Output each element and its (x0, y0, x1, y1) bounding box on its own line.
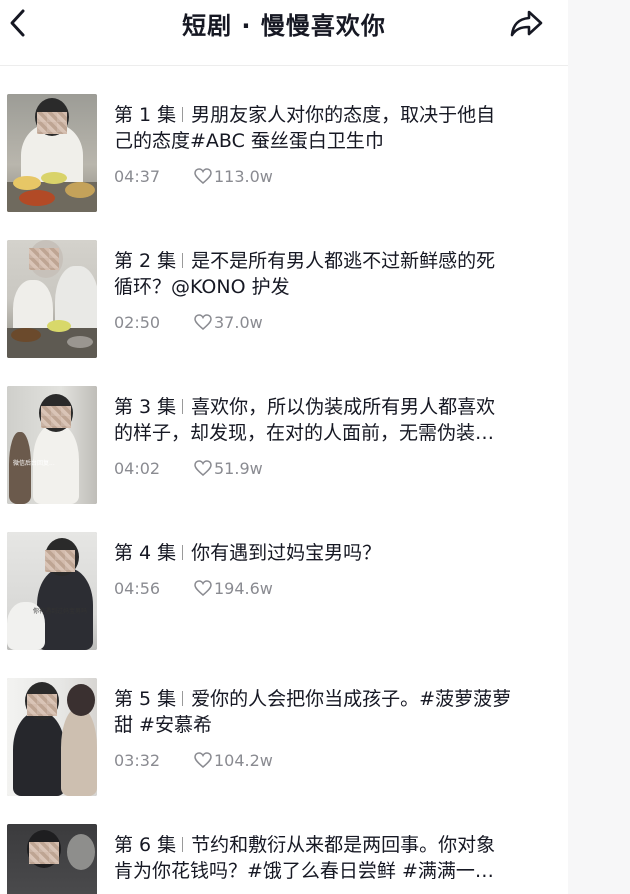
divider (182, 253, 184, 268)
episode-number: 第 1 集 (114, 104, 177, 126)
episode-title: 第 5 集爱你的人会把你当成孩子。#菠萝菠萝 甜 #安慕希 (114, 686, 544, 738)
episode-likes: 37.0w (214, 313, 263, 332)
episode-number: 第 5 集 (114, 688, 177, 710)
divider (182, 399, 184, 414)
episode-number: 第 6 集 (114, 834, 177, 856)
divider (182, 107, 184, 122)
episode-item-4[interactable]: 你有遇到过妈宝男吗 第 4 集你有遇到过妈宝男吗？ 04:56 194.6w (0, 532, 568, 662)
episode-duration: 04:02 (114, 459, 161, 478)
episode-meta: 04:37 113.0w (114, 166, 273, 188)
episode-title-line-1: 男朋友家人对你的态度，取决于他自 (191, 104, 496, 126)
episode-meta: 04:02 51.9w (114, 458, 263, 480)
episode-number: 第 3 集 (114, 396, 177, 418)
episode-title-line-2: 甜 #安慕希 (114, 714, 212, 736)
episode-meta: 02:50 37.0w (114, 312, 263, 334)
episode-meta: 03:32 104.2w (114, 750, 273, 772)
episode-thumbnail (7, 824, 97, 894)
episode-thumbnail (7, 94, 97, 212)
heart-icon (194, 752, 212, 768)
episode-title-line-1: 节约和敷衍从来都是两回事。你对象 (191, 834, 496, 856)
heart-icon (194, 460, 212, 476)
share-button[interactable] (508, 6, 546, 40)
episode-title-line-1: 爱你的人会把你当成孩子。#菠萝菠萝 (191, 688, 512, 710)
episode-title-line-1: 是不是所有男人都逃不过新鲜感的死 (191, 250, 496, 272)
top-nav-bar: 短剧 · 慢慢喜欢你 (0, 0, 568, 66)
episode-duration: 04:56 (114, 579, 161, 598)
episode-likes: 194.6w (214, 579, 273, 598)
episode-title: 第 4 集你有遇到过妈宝男吗？ (114, 540, 544, 566)
episode-thumbnail (7, 678, 97, 796)
heart-icon (194, 580, 212, 596)
heart-icon (194, 314, 212, 330)
divider (182, 691, 184, 706)
episode-likes: 51.9w (214, 459, 263, 478)
episode-likes: 113.0w (214, 167, 273, 186)
episode-title: 第 2 集是不是所有男人都逃不过新鲜感的死 循环？@KONO 护发 (114, 248, 544, 300)
heart-icon (194, 168, 212, 184)
episode-title: 第 1 集男朋友家人对你的态度，取决于他自 己的态度#ABC 蚕丝蛋白卫生巾 (114, 102, 544, 154)
episode-item-1[interactable]: 第 1 集男朋友家人对你的态度，取决于他自 己的态度#ABC 蚕丝蛋白卫生巾 0… (0, 94, 568, 224)
episode-item-2[interactable]: 第 2 集是不是所有男人都逃不过新鲜感的死 循环？@KONO 护发 02:50 3… (0, 240, 568, 370)
episode-meta: 04:56 194.6w (114, 578, 273, 600)
episode-thumbnail: 微信后台回复... (7, 386, 97, 504)
episode-number: 第 4 集 (114, 542, 177, 564)
episode-title-line-1: 喜欢你，所以伪装成所有男人都喜欢 (191, 396, 496, 418)
episode-item-3[interactable]: 微信后台回复... 第 3 集喜欢你，所以伪装成所有男人都喜欢 的样子，却发现，… (0, 386, 568, 516)
page-title: 短剧 · 慢慢喜欢你 (182, 12, 386, 40)
episode-duration: 03:32 (114, 751, 161, 770)
episode-title: 第 3 集喜欢你，所以伪装成所有男人都喜欢 的样子，却发现，在对的人面前，无需伪… (114, 394, 544, 446)
episode-title-line-1: 你有遇到过妈宝男吗？ (191, 542, 382, 564)
episode-thumbnail (7, 240, 97, 358)
divider (182, 545, 184, 560)
episode-title: 第 6 集节约和敷衍从来都是两回事。你对象 肯为你花钱吗？#饿了么春日尝鲜 #满… (114, 832, 544, 884)
right-gutter (568, 0, 630, 894)
episode-duration: 02:50 (114, 313, 161, 332)
episode-item-6[interactable]: 第 6 集节约和敷衍从来都是两回事。你对象 肯为你花钱吗？#饿了么春日尝鲜 #满… (0, 824, 568, 894)
divider (182, 837, 184, 852)
episode-title-line-2: 循环？@KONO 护发 (114, 276, 290, 298)
episode-likes: 104.2w (214, 751, 273, 770)
episode-number: 第 2 集 (114, 250, 177, 272)
episode-title-line-2: 肯为你花钱吗？#饿了么春日尝鲜 #满满一… (114, 860, 494, 882)
episode-duration: 04:37 (114, 167, 161, 186)
episode-item-5[interactable]: 第 5 集爱你的人会把你当成孩子。#菠萝菠萝 甜 #安慕希 03:32 104.2… (0, 678, 568, 808)
episode-thumbnail: 你有遇到过妈宝男吗 (7, 532, 97, 650)
episode-title-line-2: 己的态度#ABC 蚕丝蛋白卫生巾 (114, 130, 384, 152)
episode-title-line-2: 的样子，却发现，在对的人面前，无需伪装… (114, 422, 495, 444)
share-arrow-icon (510, 10, 543, 37)
